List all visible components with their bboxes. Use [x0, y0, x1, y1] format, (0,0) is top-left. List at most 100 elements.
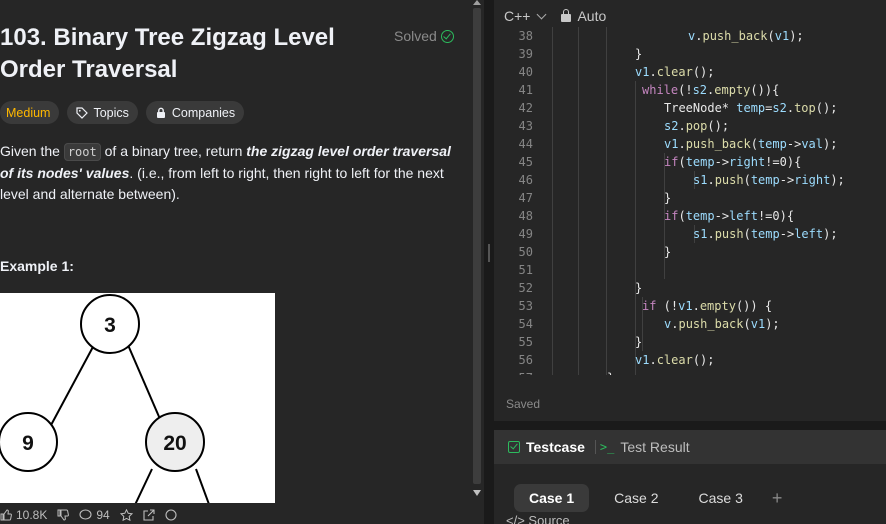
line-number: 47	[518, 191, 533, 205]
companies-label: Companies	[171, 105, 236, 120]
code-area[interactable]: 38 v.push_back(v1); 39} 40 v1.clear(); 41 whil…	[494, 27, 886, 375]
tree-node-label: 9	[22, 432, 34, 455]
topics-label: Topics	[93, 105, 129, 120]
source-toggle[interactable]: </> Source	[506, 513, 570, 524]
add-case-button[interactable]: +	[772, 488, 783, 509]
code-line[interactable]: 41 while(!s2.empty()){	[494, 81, 886, 99]
scrollbar-thumb[interactable]	[473, 8, 481, 484]
difficulty-badge[interactable]: Medium	[0, 101, 60, 124]
resize-grip[interactable]	[488, 244, 490, 262]
code-text: while(!s2.empty()){	[642, 83, 780, 97]
code-line[interactable]: 57}	[494, 369, 886, 375]
tab-testcase-label: Testcase	[526, 439, 585, 455]
comment-icon	[79, 509, 92, 520]
panel-resize-handle[interactable]	[484, 0, 494, 524]
panel-splitter[interactable]	[494, 421, 886, 430]
code-line[interactable]: 42 TreeNode* temp=s2.top();	[494, 99, 886, 117]
case-tab-3[interactable]: Case 3	[684, 484, 758, 512]
chevron-down-icon[interactable]	[537, 9, 547, 20]
line-number: 51	[518, 263, 533, 277]
code-text: v1.push_back(temp->val);	[664, 137, 838, 151]
code-text: v1.clear();	[635, 353, 715, 367]
code-line[interactable]: 38 v.push_back(v1);	[494, 27, 886, 45]
testcase-header: Testcase >_ Test Result	[494, 430, 886, 464]
code-line[interactable]: 56 v1.clear();	[494, 351, 886, 369]
thumbs-up-icon	[0, 509, 12, 521]
code-text: }	[664, 245, 672, 259]
language-selector[interactable]: C++	[504, 8, 530, 24]
code-line[interactable]: 53 if (!v1.empty()) {	[494, 297, 886, 315]
like-button[interactable]: 10.8K	[0, 508, 47, 522]
code-line[interactable]: 46 s1.push(temp->right);	[494, 171, 886, 189]
case-tab-1[interactable]: Case 1	[514, 484, 590, 512]
topics-button[interactable]: Topics	[67, 101, 138, 124]
line-number: 40	[518, 65, 533, 79]
code-text: }	[664, 191, 672, 205]
desc-text-1: Given the	[0, 143, 64, 159]
code-editor-panel: C++ Auto 38 v.push_back(v1); 39} 40 v1.clear…	[494, 0, 886, 421]
tag-row: Medium Topics Companies	[0, 101, 245, 124]
code-line[interactable]: 54 v.push_back(v1);	[494, 315, 886, 333]
line-number: 48	[518, 209, 533, 223]
line-number: 42	[518, 101, 533, 115]
tab-testcase[interactable]: Testcase	[508, 439, 585, 455]
share-button[interactable]	[143, 509, 155, 521]
description-footer: 10.8K 94	[0, 506, 470, 524]
example-title: Example 1:	[0, 258, 74, 274]
star-icon	[119, 509, 133, 521]
terminal-icon: >_	[599, 440, 615, 454]
difficulty-label: Medium	[6, 105, 51, 120]
code-line[interactable]: 39}	[494, 45, 886, 63]
title-line-2: Order Traversal	[0, 56, 178, 83]
code-line[interactable]: 55}	[494, 333, 886, 351]
scroll-down-arrow-icon[interactable]	[473, 490, 481, 496]
thumbs-down-icon	[57, 509, 70, 521]
line-number: 57	[494, 369, 533, 375]
line-number: 44	[518, 137, 533, 151]
code-line[interactable]: 52}	[494, 279, 886, 297]
dislike-button[interactable]	[57, 509, 70, 521]
code-text: }	[607, 369, 614, 375]
code-line[interactable]: 40 v1.clear();	[494, 63, 886, 81]
solved-label: Solved	[394, 28, 437, 44]
code-text: v.push_back(v1);	[664, 317, 780, 331]
case-tab-2[interactable]: Case 2	[599, 484, 673, 512]
line-number: 53	[518, 299, 533, 313]
help-icon	[165, 509, 177, 521]
line-number: 38	[518, 29, 533, 43]
editor-toolbar: C++ Auto	[504, 8, 606, 24]
example-tree-image: 3 9 20	[0, 293, 275, 503]
code-text: }	[635, 47, 643, 61]
code-line[interactable]: 50}	[494, 243, 886, 261]
tree-node-label: 20	[163, 432, 186, 455]
line-number: 45	[518, 155, 533, 169]
description-scrollbar[interactable]	[470, 0, 484, 524]
companies-button[interactable]: Companies	[145, 101, 245, 124]
checkbox-icon	[508, 441, 520, 453]
check-circle-icon	[440, 29, 454, 43]
scroll-up-arrow-icon[interactable]	[473, 0, 481, 5]
code-text: v.push_back(v1);	[688, 29, 804, 43]
help-button[interactable]	[165, 509, 177, 521]
code-line[interactable]: 49 s1.push(temp->left);	[494, 225, 886, 243]
favorite-button[interactable]	[119, 509, 133, 521]
code-line[interactable]: 44 v1.push_back(temp->val);	[494, 135, 886, 153]
case-tabs: Case 1 Case 2 Case 3 +	[514, 484, 782, 512]
code-line[interactable]: 51	[494, 261, 886, 279]
tag-icon	[76, 106, 89, 119]
mode-selector[interactable]: Auto	[577, 8, 606, 24]
code-line[interactable]: 48 if(temp->left!=0){	[494, 207, 886, 225]
comments-button[interactable]: 94	[79, 508, 110, 522]
title-line-1: 103. Binary Tree Zigzag Level	[0, 24, 335, 51]
tab-test-result[interactable]: >_ Test Result	[600, 439, 690, 455]
code-line[interactable]: 45 if(temp->right!=0){	[494, 153, 886, 171]
line-number: 49	[518, 227, 533, 241]
line-number: 55	[518, 335, 533, 349]
line-number: 39	[518, 47, 533, 61]
code-text: s2.pop();	[664, 119, 730, 133]
comment-count: 94	[96, 508, 110, 522]
code-text: v1.clear();	[635, 65, 715, 79]
code-text: }	[635, 281, 643, 295]
code-line[interactable]: 47}	[494, 189, 886, 207]
code-line[interactable]: 43 s2.pop();	[494, 117, 886, 135]
